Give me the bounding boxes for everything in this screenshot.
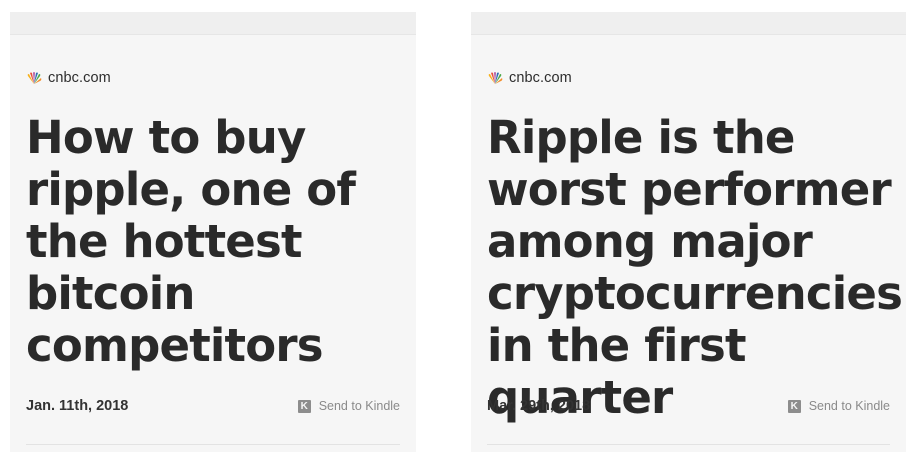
headline-line: bitcoin	[26, 267, 195, 320]
send-to-kindle-button[interactable]: K Send to Kindle	[787, 399, 890, 413]
headline-line: competitors	[26, 319, 324, 372]
send-to-kindle-label: Send to Kindle	[318, 399, 400, 413]
divider	[487, 444, 890, 445]
card-footer: Mar. 29th, 2018 K Send to Kindle	[487, 395, 890, 417]
send-to-kindle-label: Send to Kindle	[808, 399, 890, 413]
headline-line: Ripple is the	[487, 111, 795, 164]
headline-line: ripple, one of	[26, 163, 356, 216]
kindle-icon: K	[297, 399, 311, 413]
article-card-2[interactable]: cnbc.com Ripple is the worst performer a…	[471, 12, 906, 452]
article-card-1[interactable]: cnbc.com How to buy ripple, one of the h…	[10, 12, 416, 452]
card-footer: Jan. 11th, 2018 K Send to Kindle	[26, 395, 400, 417]
headline-line: among major	[487, 215, 813, 268]
article-headline[interactable]: How to buy ripple, one of the hottest bi…	[26, 112, 416, 372]
article-date: Mar. 29th, 2018	[487, 398, 591, 414]
send-to-kindle-button[interactable]: K Send to Kindle	[297, 399, 400, 413]
article-date: Jan. 11th, 2018	[26, 398, 129, 414]
nbc-peacock-icon	[27, 72, 42, 84]
source-row: cnbc.com	[487, 68, 572, 88]
source-label[interactable]: cnbc.com	[48, 70, 111, 86]
headline-line: cryptocurrencies	[487, 267, 903, 320]
article-headline[interactable]: Ripple is the worst performer among majo…	[487, 112, 906, 424]
divider	[26, 444, 400, 445]
card-top-bar	[10, 12, 416, 35]
headline-line: worst performer	[487, 163, 892, 216]
source-row: cnbc.com	[26, 68, 111, 88]
kindle-icon: K	[787, 399, 801, 413]
source-label[interactable]: cnbc.com	[509, 70, 572, 86]
nbc-peacock-icon	[488, 72, 503, 84]
headline-line: How to buy	[26, 111, 306, 164]
headline-line: the hottest	[26, 215, 303, 268]
card-top-bar	[471, 12, 906, 35]
